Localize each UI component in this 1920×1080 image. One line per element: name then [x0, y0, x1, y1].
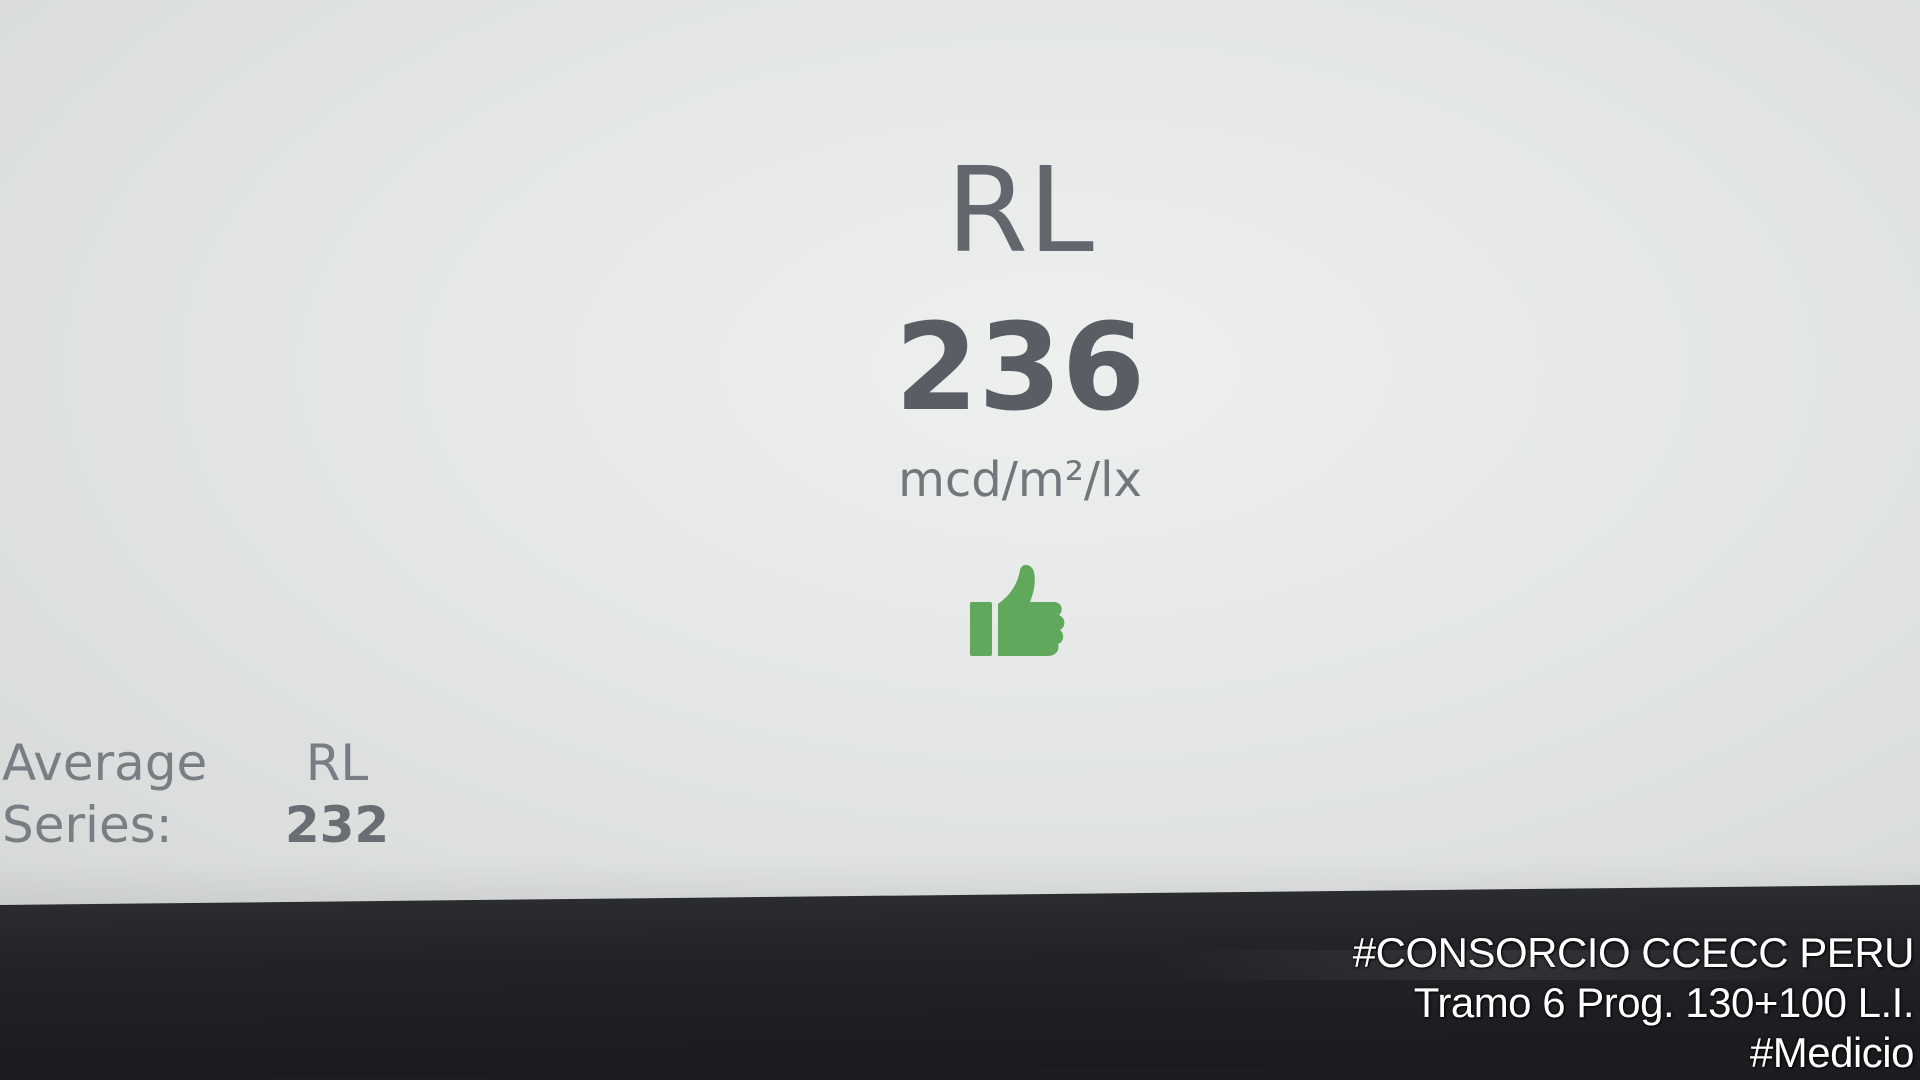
watermark-line-1: #CONSORCIO CCECC PERU: [1352, 929, 1915, 976]
reading-unit: mcd/m²/lx: [898, 452, 1142, 508]
series-label: Series:: [2, 796, 173, 854]
watermark-line-2: Tramo 6 Prog. 130+100 L.I.: [1413, 979, 1915, 1026]
average-row-1: Average RL: [0, 732, 402, 794]
thumbs-up-icon: [970, 564, 1065, 656]
reading-value: 236: [894, 299, 1146, 438]
average-series: Average RL Series: 232: [0, 732, 402, 856]
reading-label: RL: [946, 141, 1094, 279]
average-value: 232: [284, 796, 390, 854]
device-screen: RL 236 mcd/m²/lx Average RL Series: 232: [0, 0, 1920, 920]
average-metric-label: RL: [305, 734, 369, 792]
average-row-2: Series: 232: [0, 794, 402, 856]
average-label: Average: [2, 734, 208, 792]
photo-watermark: #CONSORCIO CCECC PERU Tramo 6 Prog. 130+…: [1352, 928, 1915, 1078]
current-reading: RL 236 mcd/m²/lx: [820, 140, 1220, 510]
watermark-line-3: #Medicio: [1749, 1029, 1915, 1076]
